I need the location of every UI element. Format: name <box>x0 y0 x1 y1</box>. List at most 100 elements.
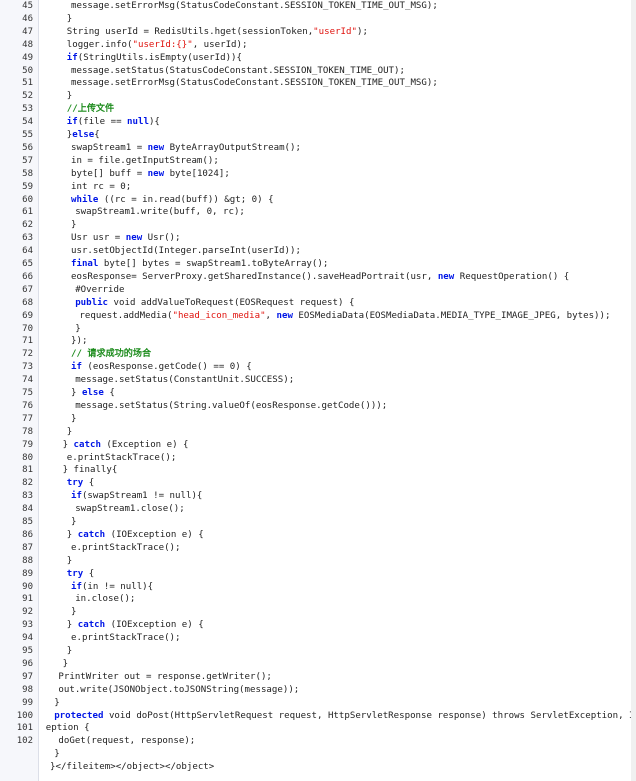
code-text: } finally{ <box>63 464 118 477</box>
keyword-token: if <box>66 52 78 63</box>
code-token: Usr(); <box>142 233 181 244</box>
code-line: } <box>0 748 636 761</box>
code-text: int rc = 0; <box>71 181 131 194</box>
code-token: e.printStackTrace(); <box>71 633 181 644</box>
code-token: } <box>75 323 81 334</box>
code-line: 56 swapStream1 = new ByteArrayOutputStrea… <box>0 142 636 155</box>
line-number: 101 <box>16 723 33 734</box>
code-line: 57 in = file.getInputStream(); <box>0 155 636 168</box>
line-number: 86 <box>22 529 33 540</box>
code-text: e.printStackTrace(); <box>71 542 181 555</box>
code-token: logger.info( <box>66 39 133 50</box>
code-text: doGet(request, response); <box>58 735 195 748</box>
line-number: 68 <box>22 297 33 308</box>
code-token: (in != null){ <box>81 581 154 592</box>
line-number: 61 <box>22 207 33 218</box>
code-text: if (eosResponse.getCode() == 0) { <box>71 361 252 374</box>
code-text: try { <box>67 568 94 581</box>
line-number: 81 <box>22 465 33 476</box>
code-line: 86} catch (IOException e) { <box>0 529 636 542</box>
code-text: e.printStackTrace(); <box>71 632 181 645</box>
line-number: 65 <box>22 259 33 269</box>
code-token: { <box>83 478 95 489</box>
line-number: 70 <box>22 323 33 334</box>
code-token: ); <box>356 26 368 37</box>
code-text: if(file == null){ <box>67 116 160 129</box>
code-text: #Override <box>75 284 124 297</box>
keyword-token: null <box>127 117 149 128</box>
keyword-token: new <box>147 142 165 153</box>
code-line: 83 if(swapStream1 != null){ <box>0 490 636 503</box>
line-number: 62 <box>22 220 33 231</box>
line-number: 89 <box>22 568 33 579</box>
code-token: request.addMedia( <box>79 310 173 321</box>
code-line: 93} catch (IOException e) { <box>0 619 636 632</box>
code-text: } <box>67 645 72 658</box>
code-text: // 请求成功的场合 <box>71 348 151 361</box>
line-number: 73 <box>22 362 33 373</box>
code-text: message.setStatus(StatusCodeConstant.SES… <box>71 65 405 78</box>
line-number: 69 <box>22 310 33 321</box>
line-number: 87 <box>22 542 33 553</box>
keyword-token: catch <box>77 529 106 540</box>
code-text: in = file.getInputStream(); <box>71 155 219 168</box>
code-text: } <box>67 90 72 103</box>
code-line: 96} <box>0 658 636 671</box>
code-token: }</fileitem></object></object> <box>50 762 215 773</box>
code-token: e.printStackTrace(); <box>66 452 177 463</box>
code-text: while ((rc = in.read(buff)) &gt; 0) { <box>71 194 274 207</box>
vertical-scrollbar[interactable] <box>631 0 636 781</box>
code-token: } <box>62 658 69 669</box>
line-number: 90 <box>22 581 33 592</box>
code-token: { <box>94 130 100 140</box>
code-token: doGet(request, response); <box>58 736 196 747</box>
keyword-token: if <box>71 581 82 592</box>
code-line: 46} <box>0 13 636 26</box>
code-line: 74 message.setStatus(ConstantUnit.SUCCESS… <box>0 374 636 387</box>
code-text: } <box>67 13 72 26</box>
code-token: (StringUtils.isEmpty(userId)){ <box>77 52 242 63</box>
code-line: 70} <box>0 323 636 336</box>
keyword-token: catch <box>73 439 101 450</box>
code-token: eosResponse= ServerProxy.getSharedInstan… <box>71 271 438 282</box>
code-token: } <box>66 91 73 102</box>
string-token: "userId" <box>313 26 357 37</box>
code-token: byte[] buff = <box>71 168 148 179</box>
code-line: 85} <box>0 516 636 529</box>
code-text: } <box>63 658 68 671</box>
line-number: 57 <box>22 155 33 166</box>
code-line: 50 message.setStatus(StatusCodeConstant.S… <box>0 65 636 78</box>
code-line: }</fileitem></object></object> <box>0 761 636 774</box>
code-text: e.printStackTrace(); <box>67 452 177 465</box>
line-number: 51 <box>22 78 33 89</box>
code-text: String userId = RedisUtils.hget(sessionT… <box>67 26 368 39</box>
code-text: message.setErrorMsg(StatusCodeConstant.S… <box>71 0 438 13</box>
code-line: 99} <box>0 697 636 710</box>
line-number: 64 <box>22 246 33 257</box>
line-number: 100 <box>16 710 33 721</box>
code-text: } else { <box>71 387 115 400</box>
code-token: } <box>66 620 78 631</box>
code-token: } <box>71 413 77 424</box>
code-line: 78} <box>0 426 636 439</box>
code-token: Usr usr = <box>71 233 126 244</box>
code-line: 48 logger.info("userId:{}", userId); <box>0 39 636 52</box>
line-number: 67 <box>22 284 33 295</box>
code-line: 65 final byte[] bytes = swapStream1.toByt… <box>0 258 636 271</box>
code-token: void addValueToRequest(EOSRequest reques… <box>108 297 355 308</box>
keyword-token: while <box>71 194 99 205</box>
line-number: 102 <box>16 736 33 747</box>
code-text: protected void doPost(HttpServletRequest… <box>54 710 636 723</box>
code-token: } <box>66 646 73 656</box>
code-text: PrintWriter out = response.getWriter(); <box>58 671 272 684</box>
line-number: 56 <box>22 142 33 153</box>
line-number: 58 <box>22 168 33 179</box>
code-token: ((rc = in.read(buff)) &gt; 0) { <box>98 194 274 205</box>
line-number: 55 <box>22 130 33 140</box>
code-text: message.setStatus(String.valueOf(eosResp… <box>75 400 387 413</box>
keyword-token: new <box>437 271 455 282</box>
code-line: 75} else { <box>0 387 636 400</box>
keyword-token: if <box>66 117 78 128</box>
code-token: swapStream1 = <box>71 142 148 153</box>
code-line: 66 eosResponse= ServerProxy.getSharedInst… <box>0 271 636 284</box>
